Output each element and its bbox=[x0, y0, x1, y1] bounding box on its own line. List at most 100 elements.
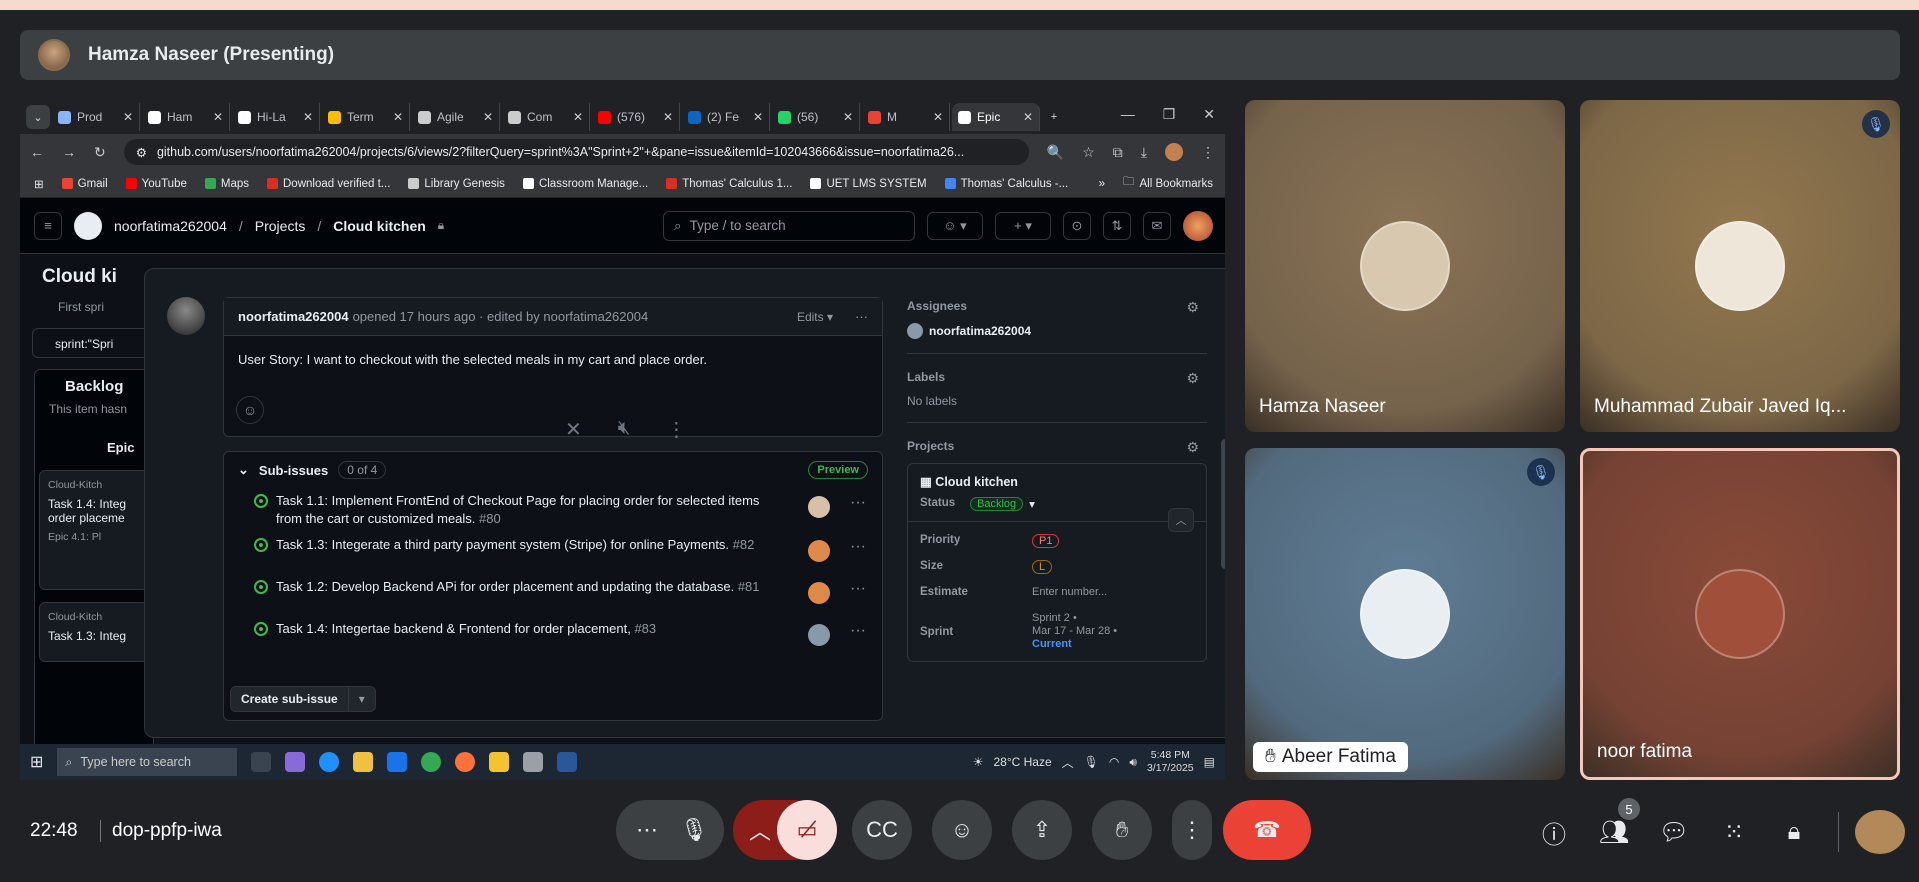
participant-tile[interactable]: Muhammad Zubair Javed Iq... 🎙︎ bbox=[1580, 100, 1900, 432]
star-icon[interactable]: ☆ bbox=[1082, 144, 1095, 161]
url-field[interactable]: ⚙ github.com/users/noorfatima262004/proje… bbox=[123, 139, 1029, 165]
word-icon[interactable] bbox=[557, 752, 578, 772]
close-tab-icon[interactable]: ✕ bbox=[843, 110, 853, 124]
hamburger-icon[interactable]: ≡ bbox=[34, 211, 62, 240]
assignee-name[interactable]: noorfatima262004 bbox=[929, 324, 1031, 338]
close-tab-icon[interactable]: ✕ bbox=[123, 110, 133, 124]
board-card[interactable]: Cloud-Kitch Task 1.3: Integ bbox=[39, 602, 149, 662]
comment-menu-icon[interactable]: ··· bbox=[855, 309, 868, 324]
meeting-code[interactable]: dop-ppfp-iwa bbox=[112, 820, 222, 842]
site-info-icon[interactable]: ⚙ bbox=[136, 145, 147, 160]
close-tab-icon[interactable]: ✕ bbox=[933, 110, 943, 124]
board-view-tab[interactable]: First spri bbox=[58, 300, 104, 314]
close-tab-icon[interactable]: ✕ bbox=[213, 110, 223, 124]
profile-icon[interactable] bbox=[1165, 143, 1183, 161]
tray-chevron-icon[interactable]: ︿ bbox=[1062, 754, 1074, 771]
store-icon[interactable] bbox=[353, 752, 374, 772]
download-icon[interactable]: ⤓ bbox=[1141, 144, 1147, 161]
chrome-icon[interactable] bbox=[421, 752, 442, 772]
info-icon[interactable]: ⓘ bbox=[1534, 812, 1574, 852]
more-bookmarks-icon[interactable]: » bbox=[1099, 178, 1105, 190]
forward-icon[interactable]: → bbox=[62, 144, 76, 160]
close-tab-icon[interactable]: ✕ bbox=[303, 110, 313, 124]
pane-scrollbar[interactable] bbox=[1221, 439, 1225, 569]
extensions-icon[interactable]: ⧉ bbox=[1113, 144, 1123, 161]
taskbar-clock[interactable]: 5:48 PM 3/17/2025 bbox=[1147, 749, 1194, 775]
subissue-menu-icon[interactable]: ··· bbox=[850, 494, 866, 512]
search-input[interactable]: ⌕ Type / to search bbox=[663, 210, 915, 241]
more-options-icon[interactable]: ⋮ bbox=[1172, 800, 1212, 860]
close-tab-icon[interactable]: ✕ bbox=[663, 110, 673, 124]
participant-tile[interactable]: Hamza Naseer bbox=[1245, 100, 1565, 432]
host-controls-icon[interactable]: 🔒︎ bbox=[1774, 812, 1814, 852]
activities-icon[interactable]: ⁙ bbox=[1714, 812, 1754, 852]
leave-call-icon[interactable]: ☎ bbox=[1223, 800, 1311, 860]
all-bookmarks[interactable]: 🗀 All Bookmarks bbox=[1123, 174, 1213, 193]
breadcrumb-projects[interactable]: Projects bbox=[255, 218, 306, 234]
browser-tab[interactable]: (576) ✕ bbox=[592, 103, 680, 131]
new-tab-button[interactable]: + bbox=[1042, 105, 1066, 129]
user-avatar[interactable] bbox=[1183, 210, 1213, 241]
subissue-title[interactable]: Task 1.3: Integerate a third party payme… bbox=[276, 537, 729, 552]
issues-icon[interactable]: ⊙ bbox=[1063, 211, 1091, 240]
pull-requests-icon[interactable]: ⇅ bbox=[1103, 211, 1131, 240]
present-icon[interactable]: ⇪ bbox=[1012, 800, 1072, 860]
bookmark-item[interactable]: Download verified t... bbox=[267, 178, 390, 190]
estimate-field[interactable]: Enter number... bbox=[1032, 586, 1107, 598]
reload-icon[interactable]: ↻ bbox=[94, 144, 106, 161]
windows-start-icon[interactable]: ⊞ bbox=[30, 752, 43, 772]
comment-author[interactable]: noorfatima262004 bbox=[238, 309, 349, 324]
breadcrumb-repo[interactable]: Cloud kitchen bbox=[333, 218, 426, 234]
priority-badge[interactable]: P1 bbox=[1032, 534, 1060, 548]
subissue-row[interactable]: Task 1.2: Develop Backend APi for order … bbox=[224, 574, 882, 616]
subissue-menu-icon[interactable]: ··· bbox=[850, 580, 866, 598]
edge-icon[interactable] bbox=[319, 752, 340, 772]
browser-tab[interactable]: Prod ✕ bbox=[52, 103, 140, 131]
epic-group[interactable]: Epic bbox=[107, 440, 134, 455]
subissue-menu-icon[interactable]: ··· bbox=[850, 622, 866, 640]
restore-icon[interactable]: ❐ bbox=[1163, 106, 1176, 123]
board-card[interactable]: Cloud-Kitch Task 1.4: Integ order placem… bbox=[39, 470, 149, 590]
collapse-project-button[interactable]: ︿ bbox=[1168, 508, 1194, 532]
notifications-icon[interactable]: ▤ bbox=[1204, 755, 1215, 769]
author-avatar[interactable] bbox=[167, 297, 205, 335]
browser-tab[interactable]: (2) Fe ✕ bbox=[682, 103, 770, 131]
add-reaction-icon[interactable]: ☺ bbox=[236, 396, 264, 424]
bookmark-item[interactable]: YouTube bbox=[125, 178, 187, 190]
mute-off-icon[interactable]: 🔇︎ bbox=[618, 417, 631, 442]
browser-tab[interactable]: M ✕ bbox=[862, 103, 950, 131]
collapse-chevron-icon[interactable]: ⌄ bbox=[238, 462, 249, 478]
close-tab-icon[interactable]: ✕ bbox=[393, 110, 403, 124]
emoji-icon[interactable]: ☺ bbox=[932, 800, 992, 860]
menu-icon[interactable]: ⋮ bbox=[1201, 144, 1215, 161]
close-window-icon[interactable]: ✕ bbox=[1203, 106, 1215, 123]
settings-icon[interactable] bbox=[523, 752, 544, 772]
size-badge[interactable]: L bbox=[1032, 560, 1053, 574]
filter-input[interactable]: sprint:"Spri bbox=[32, 328, 152, 358]
file-explorer-icon[interactable] bbox=[489, 752, 510, 772]
github-logo-icon[interactable] bbox=[74, 211, 102, 240]
subissue-title[interactable]: Task 1.1: Implement FrontEnd of Checkout… bbox=[276, 493, 759, 526]
close-tab-icon[interactable]: ✕ bbox=[1023, 110, 1033, 124]
taskbar-search[interactable]: ⌕ Type here to search bbox=[57, 748, 238, 776]
bookmark-item[interactable]: Thomas' Calculus -... bbox=[944, 178, 1068, 190]
minimize-icon[interactable]: — bbox=[1121, 106, 1135, 123]
bookmark-item[interactable]: Classroom Manage... bbox=[522, 178, 648, 190]
bookmark-item[interactable]: Maps bbox=[204, 178, 249, 190]
participant-tile[interactable]: ✋︎ Abeer Fatima 🎙︎ bbox=[1245, 448, 1565, 780]
projects-gear-icon[interactable]: ⚙ bbox=[1186, 439, 1199, 456]
subissue-title[interactable]: Task 1.4: Integertae backend & Frontend … bbox=[276, 621, 631, 636]
bookmark-item[interactable]: Thomas' Calculus 1... bbox=[666, 178, 792, 190]
close-tab-icon[interactable]: ✕ bbox=[573, 110, 583, 124]
camera-off-icon[interactable]: ▭̸ bbox=[777, 800, 837, 860]
microphone-icon[interactable]: 🎙︎ bbox=[664, 800, 724, 860]
close-tab-icon[interactable]: ✕ bbox=[483, 110, 493, 124]
browser-tab[interactable]: Term ✕ bbox=[322, 103, 410, 131]
captions-icon[interactable]: CC bbox=[852, 800, 912, 860]
create-subissue-button[interactable]: Create sub-issue ▾ bbox=[230, 686, 376, 712]
bookmark-item[interactable]: Gmail bbox=[61, 178, 108, 190]
browser-tab[interactable]: (56) ✕ bbox=[772, 103, 860, 131]
browser-tab[interactable]: Ham ✕ bbox=[142, 103, 230, 131]
subissue-row[interactable]: Task 1.4: Integertae backend & Frontend … bbox=[224, 616, 882, 650]
close-tab-icon[interactable]: ✕ bbox=[753, 110, 763, 124]
